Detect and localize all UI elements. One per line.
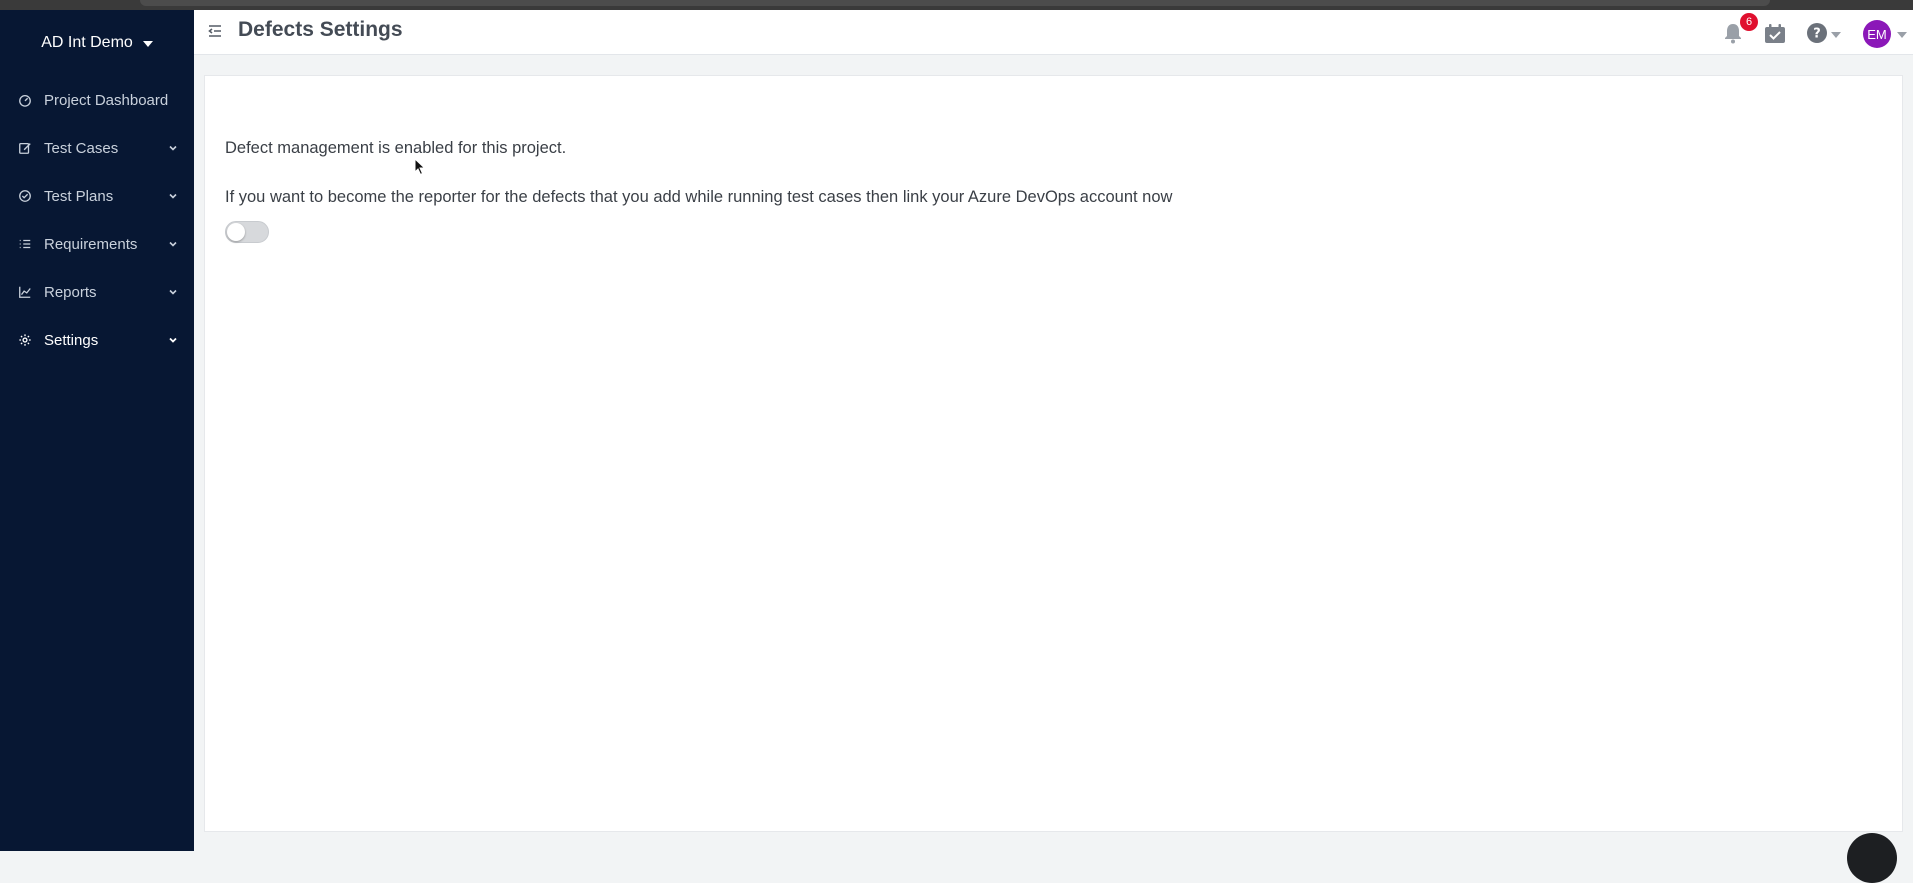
chevron-down-icon <box>169 193 177 199</box>
avatar-caret-icon[interactable] <box>1897 32 1907 38</box>
top-bar: Defects Settings 6 ? EM <box>194 10 1913 55</box>
menu-collapse-icon[interactable] <box>206 22 224 40</box>
link-azure-devops-toggle[interactable] <box>225 221 269 243</box>
browser-tab-edge <box>140 0 1770 6</box>
chevron-down-icon <box>169 337 177 343</box>
sidebar-item-label: Project Dashboard <box>44 91 169 109</box>
help-icon[interactable]: ? <box>1806 22 1828 44</box>
sidebar-item-label: Reports <box>44 283 97 301</box>
sidebar-item-label: Settings <box>44 331 99 349</box>
sidebar-item-test-cases[interactable]: Test Cases <box>0 124 194 172</box>
chevron-down-icon <box>169 145 177 151</box>
svg-text:?: ? <box>1813 27 1821 42</box>
help-caret-icon[interactable] <box>1831 32 1841 38</box>
gear-icon <box>19 334 31 346</box>
sidebar-item-label: Test Plans <box>44 187 114 205</box>
edit-icon <box>19 142 31 154</box>
list-icon <box>19 239 31 249</box>
defect-enabled-message: Defect management is enabled for this pr… <box>225 139 567 157</box>
sidebar-item-label: Requirements <box>44 235 138 253</box>
chevron-down-icon <box>169 241 177 247</box>
toggle-knob <box>227 223 245 241</box>
link-account-message: If you want to become the reporter for t… <box>225 188 1173 206</box>
sidebar-item-settings[interactable]: Settings <box>0 316 194 364</box>
calendar-check-icon[interactable] <box>1764 24 1786 44</box>
sidebar: AD Int Demo Project Dashboard Test Cases… <box>0 10 194 851</box>
avatar[interactable]: EM <box>1863 20 1891 48</box>
browser-top-strip <box>0 0 1913 10</box>
chat-widget-button[interactable] <box>1847 833 1897 883</box>
sidebar-item-requirements[interactable]: Requirements <box>0 220 194 268</box>
project-switcher[interactable]: AD Int Demo <box>0 10 194 76</box>
notification-badge: 6 <box>1740 13 1758 31</box>
caret-down-icon <box>142 41 153 47</box>
chart-line-icon <box>19 286 31 298</box>
page-title: Defects Settings <box>238 18 403 41</box>
sidebar-item-reports[interactable]: Reports <box>0 268 194 316</box>
dashboard-icon <box>19 94 31 107</box>
project-name: AD Int Demo <box>41 34 133 51</box>
defects-settings-panel: Defect management is enabled for this pr… <box>204 75 1903 832</box>
sidebar-item-label: Test Cases <box>44 139 119 157</box>
mouse-cursor-icon <box>414 158 426 176</box>
check-circle-icon <box>19 190 31 202</box>
chevron-down-icon <box>169 289 177 295</box>
sidebar-item-project-dashboard[interactable]: Project Dashboard <box>0 76 194 124</box>
sidebar-item-test-plans[interactable]: Test Plans <box>0 172 194 220</box>
